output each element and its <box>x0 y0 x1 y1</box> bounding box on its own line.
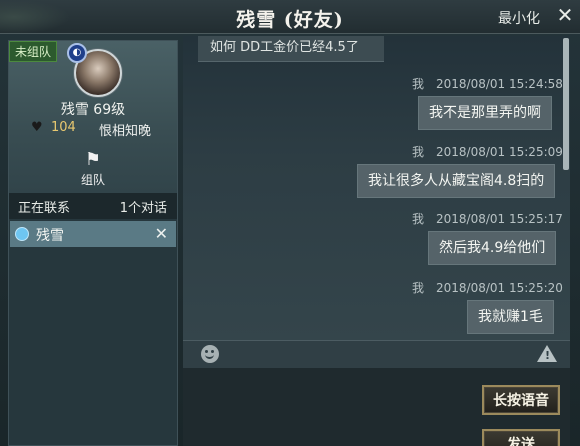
message-meta: 我 2018/08/01 15:24:58 <box>412 75 563 92</box>
minimize-button[interactable]: 最小化 <box>498 8 540 28</box>
friend-panel: ◐ 未组队 残雪 69级 ♥ 104 恨相知晚 ⚑ 组队 正在联系 1个对话 残… <box>8 40 178 446</box>
message-meta: 我 2018/08/01 15:25:17 <box>412 210 563 227</box>
message-text: 如何 DD工金价已经4.5了 <box>210 40 359 55</box>
contacting-label: 正在联系 <box>18 201 71 216</box>
message-text: 我让很多人从藏宝阁4.8扫的 <box>368 173 545 189</box>
team-status-badge: 未组队 <box>9 41 58 62</box>
message-time: 2018/08/01 15:25:20 <box>436 281 563 295</box>
input-toolbar: ! <box>183 340 570 368</box>
flag-icon: ⚑ <box>84 149 102 170</box>
message-sender: 我 <box>412 212 425 226</box>
message-bubble: 然后我4.9给他们 <box>428 231 557 265</box>
message-text: 我就赚1毛 <box>478 309 543 325</box>
send-button[interactable]: 发送 <box>482 429 560 446</box>
message-time: 2018/08/01 15:25:17 <box>436 212 563 226</box>
message-text: 然后我4.9给他们 <box>439 240 546 256</box>
title-bar: 残雪 (好友) 最小化 ✕ <box>0 0 580 34</box>
message-sender: 我 <box>412 281 425 295</box>
online-status-icon <box>15 227 29 241</box>
contact-header: 正在联系 1个对话 <box>9 193 177 219</box>
message-scrollbar[interactable] <box>563 38 569 170</box>
profile-card: ◐ 未组队 残雪 69级 ♥ 104 恨相知晚 ⚑ 组队 <box>9 41 177 193</box>
window-title: 残雪 (好友) <box>236 9 344 31</box>
message-bubble-partial: 如何 DD工金价已经4.5了 <box>198 36 384 62</box>
conversation-count: 1个对话 <box>119 201 167 216</box>
contact-name: 残雪 <box>36 228 64 244</box>
message-time: 2018/08/01 15:25:09 <box>436 145 563 159</box>
friend-name-level: 残雪 69级 <box>60 102 126 118</box>
heart-icon: ♥ <box>31 120 43 135</box>
message-bubble: 我就赚1毛 <box>467 300 554 334</box>
chat-window: 残雪 (好友) 最小化 ✕ ◐ 未组队 残雪 69级 ♥ 104 恨相知晚 ⚑ … <box>0 0 580 446</box>
affinity-value: 104 <box>51 120 76 135</box>
message-sender: 我 <box>412 145 425 159</box>
school-badge-icon: ◐ <box>67 43 87 63</box>
emoji-icon[interactable] <box>201 345 219 363</box>
message-meta: 我 2018/08/01 15:25:09 <box>412 143 563 160</box>
list-item[interactable]: 残雪 ✕ <box>10 221 176 247</box>
team-invite-button[interactable]: ⚑ 组队 <box>69 149 117 193</box>
message-bubble: 我不是那里弄的啊 <box>418 96 552 130</box>
message-time: 2018/08/01 15:24:58 <box>436 77 563 91</box>
message-sender: 我 <box>412 77 425 91</box>
report-warning-icon[interactable]: ! <box>537 345 557 362</box>
affinity-row: ♥ 104 恨相知晚 <box>27 120 167 139</box>
message-text: 我不是那里弄的啊 <box>429 105 541 121</box>
message-bubble: 我让很多人从藏宝阁4.8扫的 <box>357 164 556 198</box>
affinity-title: 恨相知晚 <box>99 124 152 139</box>
team-invite-label: 组队 <box>80 173 105 187</box>
close-conversation-icon[interactable]: ✕ <box>155 224 168 243</box>
message-meta: 我 2018/08/01 15:25:20 <box>412 279 563 296</box>
close-icon[interactable]: ✕ <box>555 5 575 25</box>
hold-to-talk-button[interactable]: 长按语音 <box>482 385 560 415</box>
